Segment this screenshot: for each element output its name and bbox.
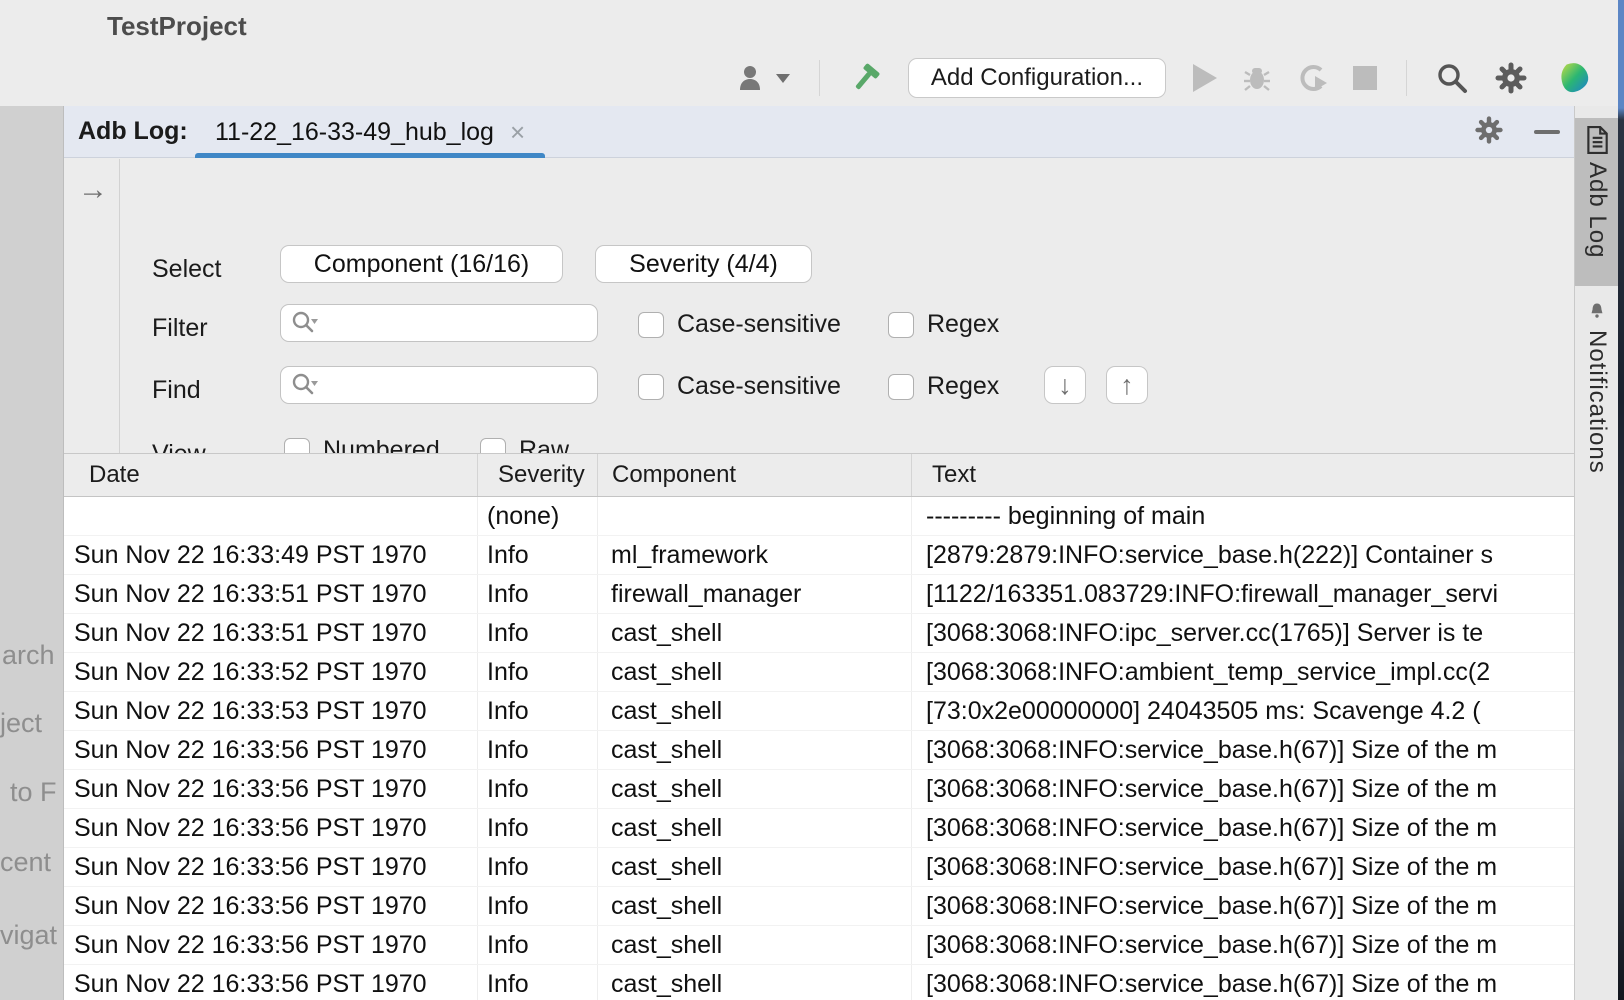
search-field-icon (291, 372, 319, 398)
background-text-fragment: to F (10, 777, 57, 808)
find-case-sensitive-checkbox[interactable]: Case-sensitive (638, 372, 841, 401)
panel-gear-icon[interactable] (1474, 115, 1504, 150)
project-title: TestProject (107, 11, 247, 42)
stripe-tab-notifications[interactable]: Notifications (1575, 294, 1619, 474)
stop-icon[interactable] (1353, 66, 1377, 90)
background-window-strip: arch ject to F cent vigat (0, 106, 64, 1000)
table-row[interactable]: Sun Nov 22 16:33:52 PST 1970 Info cast_s… (64, 653, 1574, 692)
table-row[interactable]: Sun Nov 22 16:33:56 PST 1970 Info cast_s… (64, 926, 1574, 965)
find-input[interactable] (280, 366, 598, 404)
table-row[interactable]: Sun Nov 22 16:33:49 PST 1970 Info ml_fra… (64, 536, 1574, 575)
find-regex-checkbox[interactable]: Regex (888, 372, 999, 401)
severity-filter-button[interactable]: Severity (4/4) (595, 245, 812, 283)
active-tab-indicator (195, 153, 545, 158)
ide-orb-icon[interactable] (1554, 59, 1592, 97)
toolbar-separator (819, 60, 820, 96)
filter-input[interactable] (280, 304, 598, 342)
component-filter-button[interactable]: Component (16/16) (280, 245, 563, 283)
settings-gear-icon[interactable] (1494, 61, 1528, 95)
checkbox-box[interactable] (638, 374, 664, 400)
log-table: Date Severity Component Text (none) ----… (64, 453, 1574, 1000)
select-label: Select (152, 255, 221, 284)
column-header-date[interactable]: Date (64, 454, 478, 496)
desktop-background-edge (1618, 0, 1624, 1000)
collapse-arrow-icon[interactable]: → (78, 173, 108, 207)
background-text-fragment: vigat (0, 920, 57, 951)
stripe-tab-adb-log[interactable]: Adb Log (1575, 118, 1619, 286)
find-label: Find (152, 376, 201, 405)
background-text-fragment: cent (0, 847, 51, 878)
minimize-icon[interactable] (1534, 130, 1560, 134)
filter-case-sensitive-checkbox[interactable]: Case-sensitive (638, 310, 841, 339)
adb-log-tool-window: Adb Log: 11-22_16-33-49_hub_log × (64, 106, 1574, 1000)
tool-window-header: Adb Log: 11-22_16-33-49_hub_log × (64, 106, 1574, 158)
background-text-fragment: arch (2, 640, 55, 671)
find-previous-button[interactable]: ↑ (1106, 366, 1148, 404)
table-row[interactable]: Sun Nov 22 16:33:51 PST 1970 Info cast_s… (64, 614, 1574, 653)
filter-label: Filter (152, 314, 208, 343)
tool-window-title: Adb Log: (78, 117, 188, 146)
table-header-row: Date Severity Component Text (64, 453, 1574, 497)
profiler-icon[interactable] (1297, 63, 1327, 93)
panel-side-toolbar: → (64, 159, 120, 453)
table-row[interactable]: Sun Nov 22 16:33:56 PST 1970 Info cast_s… (64, 809, 1574, 848)
toolbar-separator (1406, 60, 1407, 96)
user-icon[interactable] (736, 63, 790, 93)
table-row[interactable]: Sun Nov 22 16:33:56 PST 1970 Info cast_s… (64, 965, 1574, 1000)
filter-regex-checkbox[interactable]: Regex (888, 310, 999, 339)
ide-window: TestProject Add Configuration... (0, 0, 1624, 1000)
table-row[interactable]: Sun Nov 22 16:33:56 PST 1970 Info cast_s… (64, 887, 1574, 926)
log-document-icon (1584, 126, 1610, 154)
find-text-field[interactable] (325, 371, 575, 399)
background-text-fragment: ject (0, 708, 42, 739)
tab-label: 11-22_16-33-49_hub_log (215, 118, 494, 147)
table-row[interactable]: Sun Nov 22 16:33:56 PST 1970 Info cast_s… (64, 770, 1574, 809)
log-file-tab[interactable]: 11-22_16-33-49_hub_log × (195, 106, 545, 158)
title-bar: TestProject Add Configuration... (0, 0, 1618, 106)
table-row[interactable]: Sun Nov 22 16:33:56 PST 1970 Info cast_s… (64, 848, 1574, 887)
table-row[interactable]: (none) --------- beginning of main (64, 497, 1574, 536)
find-next-button[interactable]: ↓ (1044, 366, 1086, 404)
main-toolbar: Add Configuration... (723, 56, 1605, 100)
right-tool-window-stripe: Adb Log Notifications (1574, 106, 1618, 1000)
filter-text-field[interactable] (325, 309, 575, 337)
chevron-down-icon (776, 74, 790, 83)
column-header-component[interactable]: Component (598, 454, 912, 496)
log-filter-form: → Select Component (16/16) Severity (4/4… (64, 159, 1574, 453)
table-row[interactable]: Sun Nov 22 16:33:51 PST 1970 Info firewa… (64, 575, 1574, 614)
checkbox-box[interactable] (638, 312, 664, 338)
table-row[interactable]: Sun Nov 22 16:33:56 PST 1970 Info cast_s… (64, 731, 1574, 770)
column-header-severity[interactable]: Severity (478, 454, 598, 496)
run-icon[interactable] (1193, 64, 1217, 92)
add-configuration-button[interactable]: Add Configuration... (908, 58, 1166, 98)
debug-icon[interactable] (1243, 63, 1271, 93)
bell-icon (1584, 302, 1610, 322)
table-row[interactable]: Sun Nov 22 16:33:53 PST 1970 Info cast_s… (64, 692, 1574, 731)
search-icon[interactable] (1436, 62, 1468, 94)
checkbox-box[interactable] (888, 374, 914, 400)
column-header-text[interactable]: Text (912, 454, 1574, 496)
close-icon[interactable]: × (510, 119, 525, 145)
checkbox-box[interactable] (888, 312, 914, 338)
build-hammer-icon[interactable] (849, 61, 881, 95)
search-field-icon (291, 310, 319, 336)
